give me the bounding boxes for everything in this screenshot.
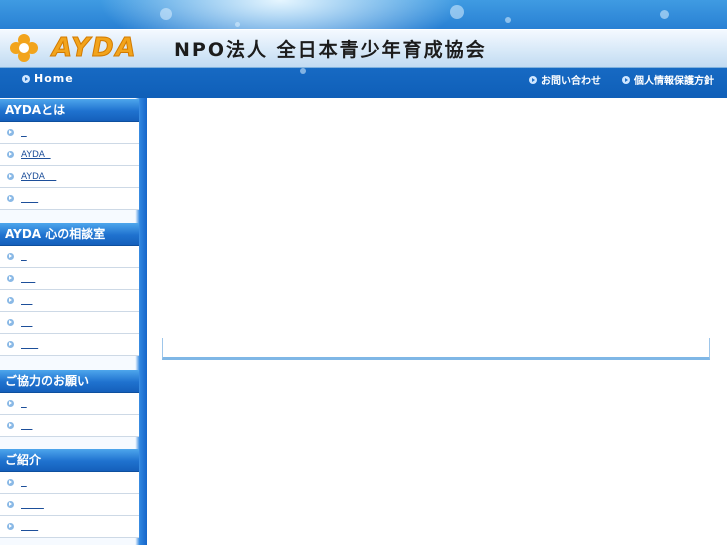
sidebar-link[interactable] bbox=[21, 340, 38, 350]
sidebar-link[interactable] bbox=[21, 128, 27, 138]
sidebar-item[interactable]: AYDA bbox=[0, 144, 139, 166]
sidebar-item[interactable] bbox=[0, 415, 139, 437]
sidebar-item[interactable] bbox=[0, 188, 139, 210]
bubble-decoration bbox=[300, 68, 306, 74]
nav-privacy-label: 個人情報保護方針 bbox=[634, 76, 714, 87]
bubble-decoration bbox=[235, 22, 240, 27]
sidebar-section-counseling: AYDA 心の相談室 bbox=[0, 223, 139, 246]
arrow-bullet-icon bbox=[7, 523, 14, 530]
nav-contact-label: お問い合わせ bbox=[541, 76, 601, 87]
sidebar-section-introduction: ご紹介 bbox=[0, 449, 139, 472]
arrow-bullet-icon bbox=[622, 75, 630, 84]
sidebar-item[interactable] bbox=[0, 122, 139, 144]
sidebar-item[interactable] bbox=[0, 268, 139, 290]
sidebar-link[interactable] bbox=[21, 274, 35, 284]
sidebar-link[interactable] bbox=[21, 296, 32, 306]
sidebar-link[interactable]: AYDA bbox=[21, 172, 56, 182]
bubble-decoration bbox=[450, 5, 464, 19]
title-bar: AYDA NPO法人 全日本青少年育成協会 bbox=[0, 29, 727, 68]
sidebar: AYDAとは AYDA AYDA AYDA 心の相談室 ご協力のお願い ご紹介 bbox=[0, 98, 147, 545]
arrow-bullet-icon bbox=[529, 75, 537, 84]
sidebar-item[interactable] bbox=[0, 290, 139, 312]
site-header: AYDA NPO法人 全日本青少年育成協会 Home お問い合わせ 個人情報保護… bbox=[0, 0, 727, 98]
sidebar-link[interactable] bbox=[21, 399, 27, 409]
sidebar-item[interactable] bbox=[0, 246, 139, 268]
sidebar-item[interactable] bbox=[0, 334, 139, 356]
arrow-bullet-icon bbox=[22, 74, 30, 83]
bubble-decoration bbox=[660, 10, 669, 19]
sidebar-item[interactable] bbox=[0, 312, 139, 334]
sidebar-item[interactable] bbox=[0, 494, 139, 516]
sidebar-item[interactable] bbox=[0, 472, 139, 494]
sidebar-item[interactable] bbox=[0, 516, 139, 538]
sidebar-link[interactable] bbox=[21, 194, 38, 204]
flower-logo-icon bbox=[10, 34, 38, 62]
sidebar-item[interactable]: AYDA bbox=[0, 166, 139, 188]
organization-name: NPO法人 全日本青少年育成協会 bbox=[174, 39, 487, 61]
arrow-bullet-icon bbox=[7, 479, 14, 486]
sidebar-link[interactable] bbox=[21, 318, 32, 328]
logo-text[interactable]: AYDA bbox=[52, 33, 138, 64]
arrow-bullet-icon bbox=[7, 297, 14, 304]
arrow-bullet-icon bbox=[7, 129, 14, 136]
bubble-decoration bbox=[505, 17, 511, 23]
sidebar-link[interactable] bbox=[21, 421, 32, 431]
content-panel bbox=[162, 338, 710, 360]
arrow-bullet-icon bbox=[7, 275, 14, 282]
sidebar-link[interactable] bbox=[21, 522, 38, 532]
arrow-bullet-icon bbox=[7, 501, 14, 508]
sidebar-section-about: AYDAとは bbox=[0, 99, 139, 122]
sidebar-link[interactable] bbox=[21, 252, 27, 262]
nav-home-label: Home bbox=[34, 72, 74, 85]
arrow-bullet-icon bbox=[7, 319, 14, 326]
arrow-bullet-icon bbox=[7, 422, 14, 429]
nav-privacy-link[interactable]: 個人情報保護方針 bbox=[622, 72, 714, 87]
nav-contact-link[interactable]: お問い合わせ bbox=[529, 72, 601, 87]
arrow-bullet-icon bbox=[7, 400, 14, 407]
sidebar-section-cooperation: ご協力のお願い bbox=[0, 370, 139, 393]
arrow-bullet-icon bbox=[7, 341, 14, 348]
sidebar-link[interactable] bbox=[21, 478, 27, 488]
bubble-decoration bbox=[160, 8, 172, 20]
arrow-bullet-icon bbox=[7, 253, 14, 260]
sidebar-item[interactable] bbox=[0, 393, 139, 415]
nav-home-link[interactable]: Home bbox=[22, 72, 74, 85]
arrow-bullet-icon bbox=[7, 151, 14, 158]
arrow-bullet-icon bbox=[7, 195, 14, 202]
main-content bbox=[147, 98, 727, 545]
sidebar-link[interactable] bbox=[21, 500, 44, 510]
sidebar-link[interactable]: AYDA bbox=[21, 150, 51, 160]
arrow-bullet-icon bbox=[7, 173, 14, 180]
